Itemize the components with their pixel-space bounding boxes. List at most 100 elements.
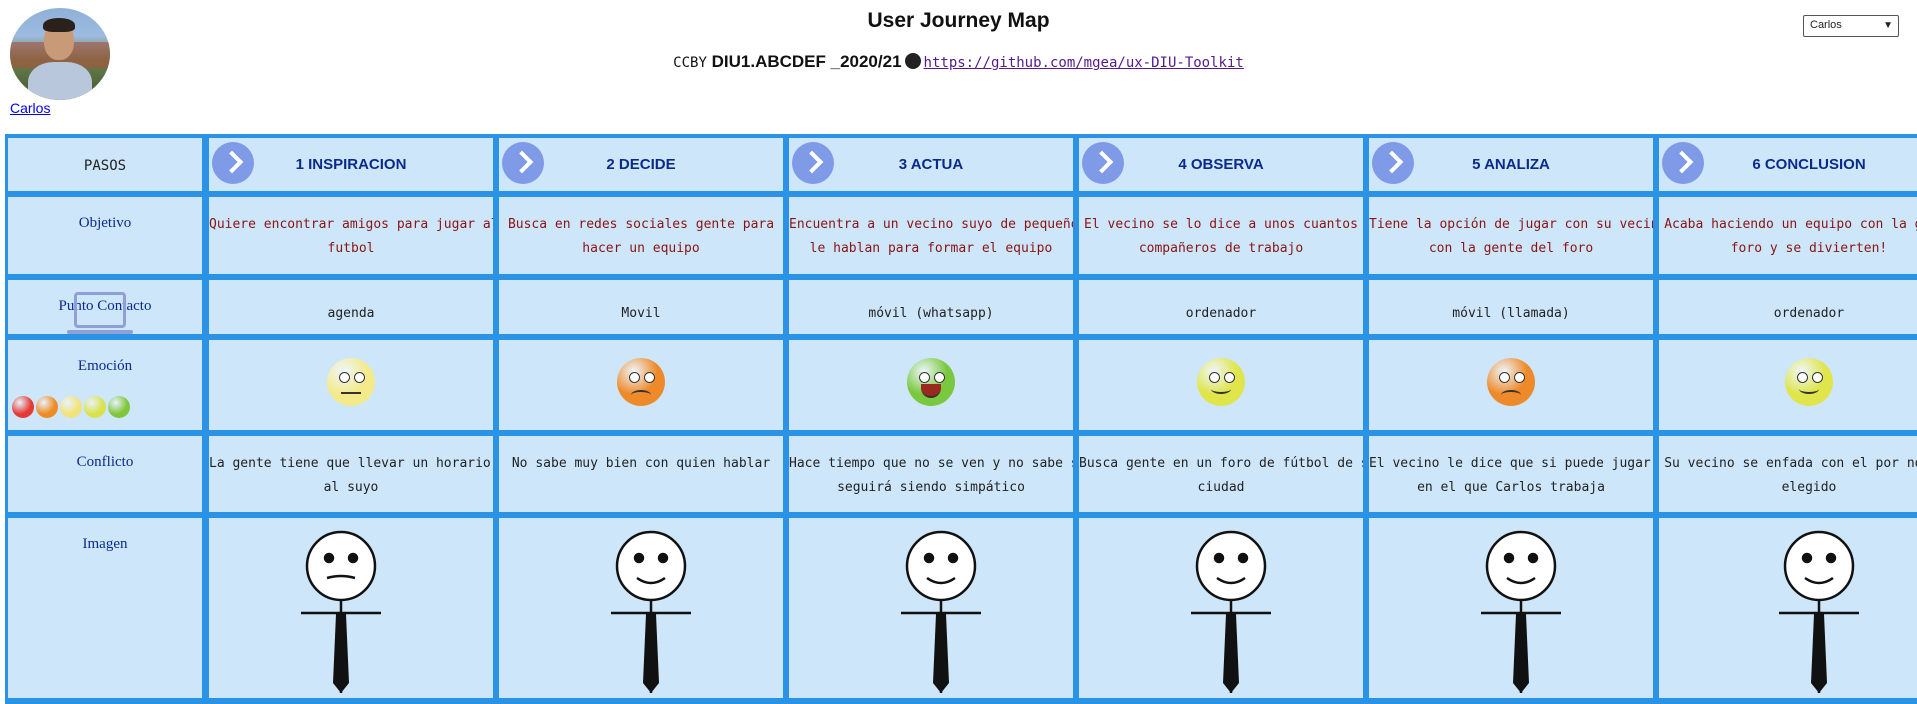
mouth [1211, 384, 1231, 394]
necktie [933, 614, 949, 693]
mouth [921, 384, 941, 398]
step-contact: ordenador [1659, 280, 1917, 334]
sketch-stroke [1503, 552, 1515, 564]
step-illustration [1659, 518, 1917, 698]
angry-face-icon [617, 358, 665, 406]
step-objective: Acaba haciendo un equipo con la gente for… [1659, 197, 1917, 274]
step-contact: agenda [209, 280, 493, 334]
emotion-scale-icon [12, 396, 34, 418]
objective-text: Acaba haciendo un equipo con la gente for… [1659, 197, 1917, 261]
conflict-text: La gente tiene que llevar un horario sim… [209, 436, 493, 500]
contact-text: Movil [621, 306, 661, 321]
objective-line: Tiene la opción de jugar con su vecino o [1369, 217, 1653, 232]
emotion-scale-icon [84, 396, 106, 418]
sketch-stroke [1527, 552, 1539, 564]
step-header: 1 INSPIRACION [209, 138, 493, 191]
step-objective: Quiere encontrar amigos para jugar al fut… [209, 197, 493, 274]
step-illustration [209, 518, 493, 698]
row-label-text: Objetivo [78, 215, 132, 231]
page-title: User Journey Map [867, 9, 1050, 32]
step-title: 2 DECIDE [606, 156, 676, 173]
chevron-right-icon[interactable] [792, 142, 834, 184]
step-contact: móvil (whatsapp) [789, 280, 1073, 334]
sketch-stroke [1801, 552, 1813, 564]
conflict-text: El vecino le dice que si puede jugar un … [1369, 436, 1653, 500]
objective-text: Encuentra a un vecino suyo de pequeño y l… [789, 197, 1073, 261]
sketch-stroke [1783, 530, 1855, 602]
objective-text: Tiene la opción de jugar con su vecino o… [1369, 197, 1653, 261]
necktie [1223, 614, 1239, 693]
chevron-right-icon[interactable] [212, 142, 254, 184]
stick-figure-illustration [301, 530, 381, 693]
repo-link[interactable]: https://github.com/mgea/ux-DIU-Toolkit [924, 55, 1244, 71]
row-label-conflict: Conflicto [8, 436, 202, 512]
step-emotion [1079, 340, 1363, 430]
step-objective: El vecino se lo dice a unos cuantos compa… [1079, 197, 1363, 274]
license-label: CCBY [673, 55, 707, 71]
course-code: DIU1.ABCDEF _2020/21 [711, 52, 902, 71]
step-title: 4 OBSERVA [1178, 156, 1264, 173]
step-emotion [499, 340, 783, 430]
user-link[interactable]: Carlos [10, 100, 50, 116]
persona-select[interactable]: Carlos ▼ [1803, 15, 1899, 37]
necktie [1513, 614, 1529, 693]
sketch-stroke [657, 552, 669, 564]
eye [1797, 372, 1808, 383]
happy-face-icon [1785, 358, 1833, 406]
step-illustration [1079, 518, 1363, 698]
eye [1499, 372, 1510, 383]
neutral-face-icon [327, 358, 375, 406]
objective-line: con la gente del foro [1428, 241, 1594, 256]
row-label-text: Emoción [77, 358, 133, 374]
row-label-image: Imagen [8, 518, 202, 698]
eye [629, 372, 640, 383]
conflict-text: Busca gente en un foro de fútbol de su ci… [1079, 436, 1363, 500]
emotion-scale-icon [108, 396, 130, 418]
stick-figure-illustration [1191, 530, 1271, 693]
step-objective: Busca en redes sociales gente para hacer … [499, 197, 783, 274]
conflict-line: ciudad [1197, 480, 1245, 495]
conflict-line: Su vecino se enfada con el por no hab [1664, 456, 1917, 471]
eye [644, 372, 655, 383]
chevron-right-icon[interactable] [1662, 142, 1704, 184]
eye [919, 372, 930, 383]
conflict-line: seguirá siendo simpático [837, 480, 1025, 495]
step-emotion [1659, 340, 1917, 430]
row-label-objective: Objetivo [8, 197, 202, 274]
step-illustration [789, 518, 1073, 698]
eye [1812, 372, 1823, 383]
objective-line: le hablan para formar el equipo [809, 241, 1053, 256]
row-label-emotion: Emoción [8, 340, 202, 430]
row-label-text: Conflicto [76, 454, 134, 470]
chevron-right-icon[interactable] [502, 142, 544, 184]
conflict-line: Hace tiempo que no se ven y no sabe si [789, 456, 1073, 471]
contact-text: ordenador [1773, 306, 1845, 321]
happy-face-icon [1197, 358, 1245, 406]
step-conflict: Hace tiempo que no se ven y no sabe si se… [789, 436, 1073, 512]
mouth [631, 390, 651, 400]
objective-line: Acaba haciendo un equipo con la gente [1664, 217, 1917, 232]
chevron-right-icon[interactable] [1372, 142, 1414, 184]
necktie [643, 614, 659, 693]
contact-text: móvil (whatsapp) [868, 306, 994, 321]
sketch-stroke [1213, 552, 1225, 564]
page-subtitle: CCBY DIU1.ABCDEF _2020/21 https://github.… [0, 52, 1917, 72]
contact-text: móvil (llamada) [1452, 306, 1570, 321]
sketch-stroke [305, 530, 377, 602]
sketch-stroke [1825, 552, 1837, 564]
persona-select-value: Carlos [1810, 19, 1842, 31]
step-emotion [1369, 340, 1653, 430]
step-header: 3 ACTUA [789, 138, 1073, 191]
sketch-stroke [323, 552, 335, 564]
step-conflict: El vecino le dice que si puede jugar un … [1369, 436, 1653, 512]
chevron-right-icon[interactable] [1082, 142, 1124, 184]
step-conflict: Busca gente en un foro de fútbol de su ci… [1079, 436, 1363, 512]
conflict-line: Busca gente en un foro de fútbol de su [1079, 456, 1363, 471]
stick-figure-illustration [1481, 530, 1561, 693]
necktie [1811, 614, 1827, 693]
eye [339, 372, 350, 383]
step-header: 5 ANALIZA [1369, 138, 1653, 191]
step-title: 3 ACTUA [898, 156, 964, 173]
objective-text: El vecino se lo dice a unos cuantos compa… [1079, 197, 1363, 261]
eye [1514, 372, 1525, 383]
